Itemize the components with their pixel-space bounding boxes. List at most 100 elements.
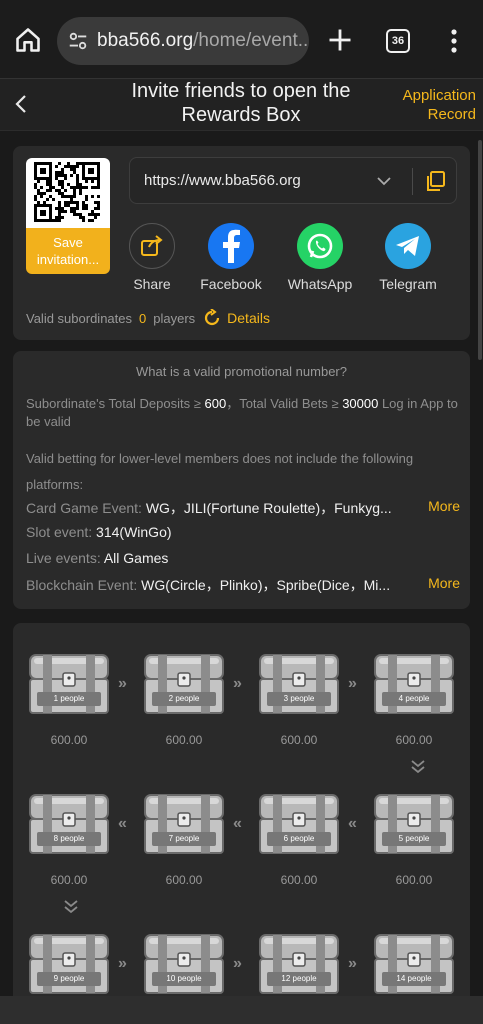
chevron-down-icon[interactable] (376, 174, 392, 188)
event-blockchain: Blockchain Event: WG(Circle，Plinko)，Spri… (26, 575, 460, 595)
address-bar[interactable]: bba566.org/home/event... (57, 17, 309, 65)
chest-people-label: 5 people (398, 834, 430, 843)
facebook-icon (208, 223, 254, 269)
chest-people-label: 1 people (53, 694, 85, 703)
chest-people-label: 9 people (53, 974, 85, 983)
event-value: 314(WinGo) (96, 524, 172, 540)
tab-count: 36 (391, 35, 405, 47)
page-title: Invite friends to open the Rewards Box (100, 79, 382, 127)
system-nav-bar (0, 996, 483, 1024)
event-label: Blockchain Event: (26, 577, 142, 593)
treasure-chest-icon[interactable]: 1 people (27, 649, 111, 717)
url-path: /home/event... (193, 30, 309, 51)
details-link[interactable]: Details (227, 310, 270, 326)
event-value: All Games (103, 550, 169, 566)
event-label: Card Game Event: (26, 500, 146, 516)
chest-people-label: 3 people (283, 694, 315, 703)
share-label: Share (133, 276, 171, 292)
double-chevron-right-icon: » (348, 675, 357, 692)
chest-reward-value: 600.00 (165, 873, 203, 887)
chest-reward-value: 600.00 (165, 733, 203, 747)
save-invitation-label-1: Save (53, 235, 83, 250)
site-settings-icon[interactable] (67, 30, 89, 52)
chest-people-label: 12 people (281, 974, 317, 983)
page-content: Save invitation... https://www.bba566.or… (0, 131, 483, 996)
share-option-whatsapp[interactable]: WhatsApp (280, 223, 360, 292)
back-arrow-icon[interactable] (10, 91, 34, 117)
event-value: WG(Circle，Plinko)，Spribe(Dice，Mi... (141, 577, 391, 593)
double-chevron-right-icon: » (118, 675, 127, 692)
page-header: Invite friends to open the Rewards Box A… (0, 78, 483, 131)
save-invitation-button[interactable]: Save invitation... (26, 228, 110, 274)
treasure-chest-icon[interactable]: 14 people (372, 929, 456, 996)
valid-requirement: Subordinate's Total Deposits ≥ 600，Total… (26, 395, 460, 431)
treasure-chest-icon[interactable]: 9 people (27, 929, 111, 996)
treasure-chest-icon[interactable]: 8 people (27, 789, 111, 857)
treasure-chest-icon[interactable]: 6 people (257, 789, 341, 857)
page-title-line1: Invite friends to open the (131, 80, 351, 102)
rules-title: What is a valid promotional number? (136, 364, 347, 379)
share-option-facebook[interactable]: Facebook (191, 223, 271, 292)
telegram-label: Telegram (379, 276, 437, 292)
rewards-chests-card: 1 people 600.00 2 people 600.00 3 people 600.… (13, 623, 470, 996)
chest-people-label: 6 people (283, 834, 315, 843)
invite-card: Save invitation... https://www.bba566.or… (13, 146, 470, 340)
treasure-chest-icon[interactable]: 5 people (372, 789, 456, 857)
chest-reward-value: 600.00 (50, 873, 88, 887)
treasure-chest-icon[interactable]: 7 people (142, 789, 226, 857)
exclusion-note: Valid betting for lower-level members do… (26, 451, 414, 492)
share-option-share[interactable]: Share (112, 223, 192, 292)
chest-reward-value: 600.00 (50, 733, 88, 747)
req-bet: 30000 (342, 396, 379, 411)
url-host: bba566.org (97, 30, 194, 51)
whatsapp-label: WhatsApp (287, 276, 353, 292)
tab-switcher-button[interactable]: 36 (386, 29, 410, 53)
valid-subordinates: Valid subordinates 0 players Details (26, 309, 270, 327)
refresh-icon[interactable] (203, 309, 221, 327)
chest-people-label: 2 people (168, 694, 200, 703)
req-prefix: Subordinate's Total Deposits ≥ (26, 396, 205, 411)
url-text[interactable]: bba566.org/home/event... (97, 30, 309, 52)
treasure-chest-icon[interactable]: 12 people (257, 929, 341, 996)
double-chevron-down-icon (63, 899, 79, 918)
event-card-game: Card Game Event: WG，JILI(Fortune Roulett… (26, 498, 460, 518)
chest-people-label: 8 people (53, 834, 85, 843)
divider (412, 168, 413, 195)
browser-toolbar: bba566.org/home/event... 36 (0, 0, 483, 78)
treasure-chest-icon[interactable]: 4 people (372, 649, 456, 717)
telegram-icon (385, 223, 431, 269)
double-chevron-left-icon: « (118, 815, 127, 832)
double-chevron-right-icon: » (233, 955, 242, 972)
application-record-link[interactable]: Application Record (400, 86, 476, 124)
treasure-chest-icon[interactable]: 10 people (142, 929, 226, 996)
scrollbar[interactable] (478, 140, 482, 360)
facebook-label: Facebook (200, 276, 262, 292)
chest-people-label: 10 people (166, 974, 202, 983)
more-link[interactable]: More (424, 575, 460, 591)
valid-subordinates-count: 0 (139, 310, 147, 326)
double-chevron-right-icon: » (118, 955, 127, 972)
valid-subordinates-unit: players (153, 310, 196, 326)
req-mid: ，Total Valid Bets ≥ (226, 396, 343, 411)
double-chevron-right-icon: » (348, 955, 357, 972)
chest-people-label: 4 people (398, 694, 430, 703)
valid-subordinates-label: Valid subordinates (26, 310, 132, 326)
rules-card: What is a valid promotional number? Subo… (13, 351, 470, 609)
invite-link-select[interactable]: https://www.bba566.org (129, 157, 457, 204)
treasure-chest-icon[interactable]: 3 people (257, 649, 341, 717)
more-link[interactable]: More (424, 498, 460, 514)
new-tab-icon[interactable] (326, 26, 354, 54)
page-title-line2: Rewards Box (181, 104, 301, 126)
event-live: Live events: All Games (26, 550, 460, 566)
more-menu-icon[interactable] (446, 28, 462, 54)
double-chevron-left-icon: « (233, 815, 242, 832)
chest-reward-value: 600.00 (395, 873, 433, 887)
share-option-telegram[interactable]: Telegram (368, 223, 448, 292)
chest-reward-value: 600.00 (280, 873, 318, 887)
copy-icon[interactable] (426, 170, 446, 192)
home-icon[interactable] (14, 26, 42, 54)
qr-code (26, 158, 110, 228)
event-value: WG，JILI(Fortune Roulette)，Funkyg... (145, 500, 392, 516)
treasure-chest-icon[interactable]: 2 people (142, 649, 226, 717)
share-icon (129, 223, 175, 269)
